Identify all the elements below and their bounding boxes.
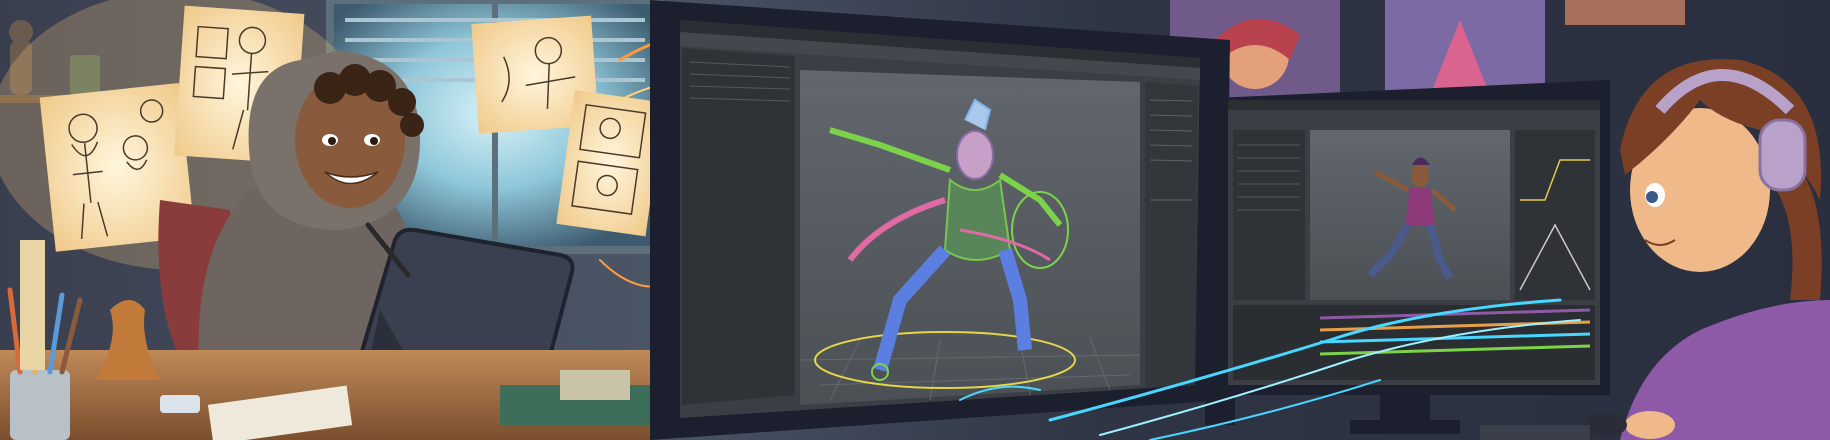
animation-studio-illustration <box>0 0 1830 440</box>
second-monitor <box>1215 80 1610 434</box>
keyboard <box>1480 425 1590 440</box>
main-monitor <box>650 0 1235 440</box>
scene-svg <box>0 0 1830 440</box>
